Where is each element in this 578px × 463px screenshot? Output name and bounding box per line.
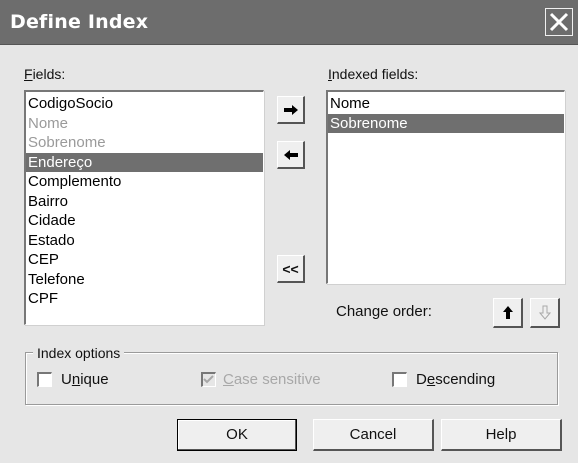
index-options-title: Index options: [33, 345, 125, 361]
move-down-button[interactable]: [530, 298, 560, 328]
list-item[interactable]: Cidade: [26, 211, 263, 231]
case-sensitive-label: Case sensitive: [223, 371, 321, 388]
list-item[interactable]: CPF: [26, 289, 263, 309]
descending-checkbox[interactable]: [392, 372, 407, 387]
define-index-dialog: Define Index Fields: CodigoSocio Nome Sobr…: [0, 0, 578, 463]
unique-checkbox[interactable]: [37, 372, 52, 387]
arrow-down-icon: [538, 305, 551, 320]
help-button[interactable]: Help: [441, 419, 562, 451]
list-item[interactable]: Complemento: [26, 172, 263, 192]
ok-label: OK: [226, 426, 248, 443]
checkmark-icon: [203, 375, 214, 384]
list-item[interactable]: Nome: [26, 114, 263, 134]
remove-all-label: <<: [282, 260, 299, 277]
arrow-right-icon: [283, 104, 298, 115]
remove-field-button[interactable]: [277, 141, 305, 169]
fields-label: Fields:: [24, 66, 66, 82]
ok-button[interactable]: OK: [177, 419, 297, 451]
list-item[interactable]: Endereço: [26, 152, 263, 172]
title-bar: Define Index: [0, 0, 578, 45]
case-sensitive-checkbox[interactable]: [201, 372, 216, 387]
indexed-fields-listbox[interactable]: Nome Sobrenome: [326, 90, 565, 284]
list-item[interactable]: Estado: [26, 231, 263, 251]
add-field-button[interactable]: [277, 96, 305, 124]
change-order-label: Change order:: [336, 303, 432, 320]
remove-all-button[interactable]: <<: [277, 255, 305, 283]
help-label: Help: [485, 426, 517, 443]
fields-listbox[interactable]: CodigoSocio Nome Sobrenome Endereço Compleme…: [24, 90, 264, 325]
list-item[interactable]: CodigoSocio: [26, 94, 263, 114]
list-item[interactable]: Nome: [328, 94, 564, 114]
window-title: Define Index: [10, 11, 149, 33]
close-button[interactable]: [545, 8, 573, 36]
list-item[interactable]: Sobrenome: [26, 133, 263, 153]
list-item[interactable]: CEP: [26, 250, 263, 270]
list-item[interactable]: Bairro: [26, 192, 263, 212]
descending-label: Descending: [416, 371, 496, 388]
move-up-button[interactable]: [493, 298, 523, 328]
unique-label: Unique: [61, 371, 109, 388]
cancel-label: Cancel: [349, 426, 397, 443]
list-item[interactable]: Telefone: [26, 270, 263, 290]
cancel-button[interactable]: Cancel: [313, 419, 434, 451]
list-item[interactable]: Sobrenome: [328, 113, 564, 133]
arrow-up-icon: [502, 306, 513, 319]
close-icon: [549, 12, 569, 32]
arrow-left-icon: [283, 149, 298, 160]
indexed-fields-label: Indexed fields:: [328, 66, 419, 82]
